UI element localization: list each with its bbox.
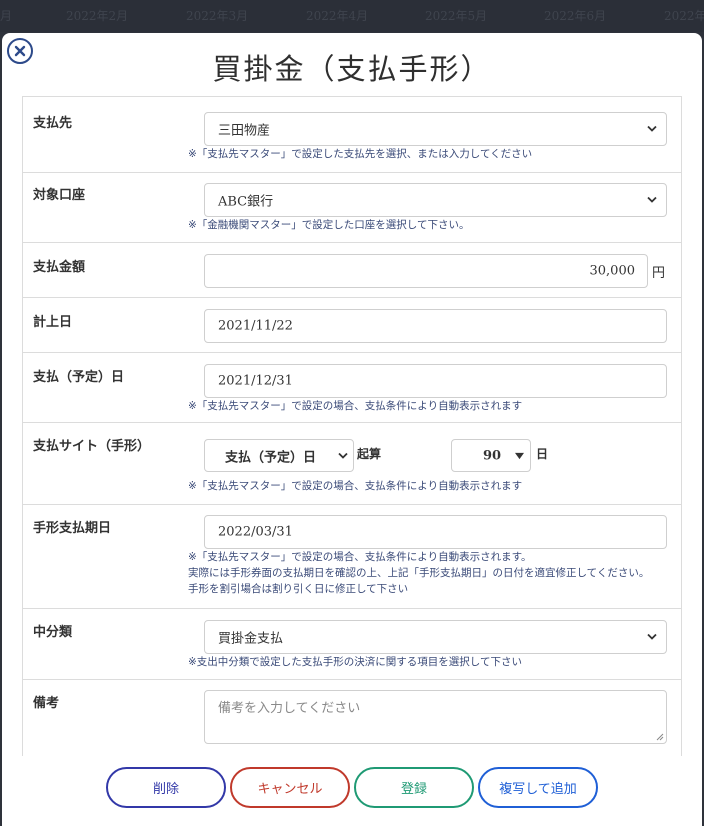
amount-input[interactable]: 30,000 — [204, 254, 648, 288]
amount-label: 支払金額 — [33, 260, 86, 275]
chevron-down-icon — [647, 196, 657, 203]
category-select[interactable]: 買掛金支払 — [204, 620, 667, 654]
background-month-label: 2022年5月 — [425, 9, 488, 23]
payment-date-hint: ※「支払先マスター」で設定の場合、支払条件により自動表示されます — [188, 400, 523, 412]
posting-date-input[interactable]: 2021/11/22 — [204, 309, 667, 343]
due-date-hint-line: 実際には手形券面の支払期日を確認の上、上記「手形支払期日」の日付を適宜修正してく… — [188, 567, 650, 579]
category-label: 中分類 — [33, 625, 73, 640]
payment-date-input[interactable]: 2021/12/31 — [204, 364, 667, 398]
chevron-down-icon — [338, 452, 348, 459]
payment-site-base-select[interactable]: 支払（予定）日 — [204, 439, 354, 472]
payable-note-modal: 買掛金（支払手形） 支払先 三田物産 ※「支払先マスター」で設定した支払先を選択… — [2, 33, 702, 826]
caret-down-icon — [515, 452, 524, 459]
category-hint: ※支出中分類で設定した支払手形の決済に関する項目を選択して下さい — [188, 656, 522, 668]
due-date-hint-line: ※「支払先マスター」で設定の場合、支払条件により自動表示されます。 — [188, 551, 532, 563]
payment-site-days-unit: 日 — [536, 447, 549, 461]
account-label: 対象口座 — [33, 188, 86, 203]
payment-date-label: 支払（予定）日 — [33, 370, 125, 385]
form-panel: 支払先 三田物産 ※「支払先マスター」で設定した支払先を選択、または入力してくだ… — [22, 96, 682, 756]
due-date-label: 手形支払期日 — [33, 521, 112, 536]
modal-title: 買掛金（支払手形） — [212, 52, 492, 86]
payee-select[interactable]: 三田物産 — [204, 112, 667, 146]
posting-date-row: 計上日 2021/11/22 — [23, 297, 681, 353]
payment-site-hint: ※「支払先マスター」で設定の場合、支払条件により自動表示されます — [188, 480, 523, 492]
memo-label: 備考 — [33, 696, 60, 711]
memo-row: 備考 備考を入力してください — [23, 679, 681, 758]
chevron-down-icon — [647, 125, 657, 132]
background-month-label: 2022年6月 — [544, 9, 607, 23]
delete-button[interactable]: 削除 — [106, 767, 226, 808]
copy-and-add-button[interactable]: 複写して追加 — [478, 767, 598, 808]
payee-hint: ※「支払先マスター」で設定した支払先を選択、または入力してください — [188, 148, 533, 160]
chevron-down-icon — [647, 633, 657, 640]
background-month-label: 2022年4月 — [306, 9, 369, 23]
memo-placeholder: 備考を入力してください — [218, 701, 361, 716]
payment-site-suffix: 起算 — [357, 447, 382, 461]
payment-site-days-select[interactable]: 90 — [451, 439, 531, 472]
payment-date-row: 支払（予定）日 2021/12/31 ※「支払先マスター」で設定の場合、支払条件… — [23, 352, 681, 423]
payee-row: 支払先 三田物産 ※「支払先マスター」で設定した支払先を選択、または入力してくだ… — [23, 97, 681, 172]
amount-unit: 円 — [652, 266, 666, 281]
background-month-label: 2022年3月 — [186, 9, 249, 23]
account-hint: ※「金融機関マスター」で設定した口座を選択して下さい。 — [188, 219, 470, 231]
posting-date-label: 計上日 — [33, 315, 73, 330]
resize-handle-icon[interactable] — [656, 733, 664, 741]
payment-site-label: 支払サイト（手形） — [33, 439, 151, 454]
account-row: 対象口座 ABC銀行 ※「金融機関マスター」で設定した口座を選択して下さい。 — [23, 172, 681, 243]
due-date-row: 手形支払期日 2022/03/31 ※「支払先マスター」で設定の場合、支払条件に… — [23, 504, 681, 609]
due-date-input[interactable]: 2022/03/31 — [204, 515, 667, 549]
amount-row: 支払金額 30,000 円 — [23, 242, 681, 298]
payment-site-row: 支払サイト（手形） 支払（予定）日 起算 90 日 ※「支払先マスター」で設定の… — [23, 422, 681, 505]
due-date-hint-line: 手形を割引場合は割り引く日に修正して下さい — [188, 583, 409, 595]
category-row: 中分類 買掛金支払 ※支出中分類で設定した支払手形の決済に関する項目を選択して下… — [23, 608, 681, 680]
background-month-label: 2022年 — [664, 9, 704, 23]
account-select[interactable]: ABC銀行 — [204, 183, 667, 217]
background-month-label: 2022年2月 — [66, 9, 129, 23]
register-button[interactable]: 登録 — [354, 767, 474, 808]
cancel-button[interactable]: キャンセル — [230, 767, 350, 808]
memo-textarea[interactable]: 備考を入力してください — [204, 690, 667, 744]
background-month-label: 月 — [0, 9, 13, 23]
payee-label: 支払先 — [33, 116, 73, 131]
background-calendar-header: 月 2022年2月 2022年3月 2022年4月 2022年5月 2022年6… — [0, 0, 704, 32]
